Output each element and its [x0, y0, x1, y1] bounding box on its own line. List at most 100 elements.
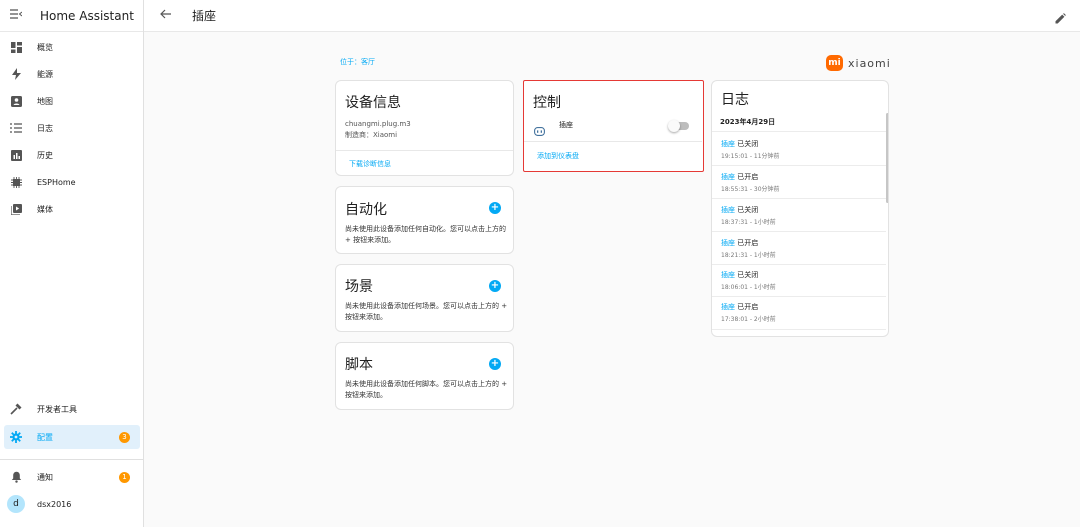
log-entry: 插座 已关闭 18:06:01 - 1小时前 [721, 270, 776, 291]
log-time: 18:37:31 - 1小时前 [721, 219, 776, 226]
add-scene-button[interactable]: + [489, 280, 501, 292]
sidebar-item-developer-tools[interactable]: 开发者工具 [4, 397, 140, 421]
area-link[interactable]: 客厅 [361, 58, 375, 66]
map-icon [5, 95, 27, 107]
toggle-knob [668, 120, 680, 132]
log-divider [712, 329, 886, 330]
sidebar-item-overview[interactable]: 概览 [4, 35, 140, 59]
log-entity-link[interactable]: 插座 [721, 239, 735, 247]
add-script-button[interactable]: + [489, 358, 501, 370]
log-divider [712, 231, 886, 232]
card-divider [336, 150, 513, 151]
page-title: 插座 [192, 9, 217, 23]
gear-icon [5, 431, 27, 443]
log-state: 已关闭 [737, 140, 759, 148]
sidebar-item-label: ESPHome [37, 177, 76, 187]
device-model: chuangmi.plug.m3 [345, 120, 411, 128]
sidebar-item-label: dsx2016 [37, 499, 72, 509]
notifications-badge: 1 [119, 471, 130, 483]
scene-card: 场景 + 尚未使用此设备添加任何场景。您可以点击上方的 + 按钮来添加。 [335, 264, 514, 332]
log-entity-link[interactable]: 插座 [721, 140, 735, 148]
add-automation-button[interactable]: + [489, 202, 501, 214]
sidebar-item-logbook[interactable]: 日志 [4, 116, 140, 140]
scene-empty-text: 尚未使用此设备添加任何场景。您可以点击上方的 + 按钮来添加。 [345, 302, 508, 321]
settings-badge: 3 [119, 431, 130, 443]
sidebar-divider [0, 459, 144, 460]
sidebar-item-user[interactable]: d dsx2016 [4, 492, 140, 516]
chart-icon [5, 149, 27, 161]
script-title: 脚本 [345, 357, 373, 373]
chip-icon [5, 176, 27, 188]
log-state: 已开启 [737, 173, 759, 181]
add-to-dashboard-link[interactable]: 添加到仪表盘 [537, 151, 579, 161]
log-entity-link[interactable]: 插座 [721, 303, 735, 311]
lightning-icon [5, 68, 27, 80]
sidebar-item-history[interactable]: 历史 [4, 143, 140, 167]
sidebar-item-label: 日志 [37, 123, 53, 133]
location-prefix: 位于： [340, 58, 361, 66]
sidebar-item-label: 地图 [37, 96, 53, 106]
brand-wordmark: xiaomi [848, 56, 891, 70]
sidebar-item-label: 通知 [37, 472, 53, 482]
socket-toggle-switch[interactable] [668, 120, 689, 132]
sidebar-item-label: 能源 [37, 69, 53, 79]
sidebar-item-media[interactable]: 媒体 [4, 197, 140, 221]
script-empty-text: 尚未使用此设备添加任何脚本。您可以点击上方的 + 按钮来添加。 [345, 380, 508, 399]
log-time: 19:15:01 - 11分钟前 [721, 153, 780, 160]
logbook-card: 日志 2023年4月29日 插座 已关闭 19:15:01 - 11分钟前 插座… [711, 80, 889, 337]
log-state: 已关闭 [737, 271, 759, 279]
logbook-title: 日志 [721, 92, 749, 108]
sidebar-item-settings[interactable]: 配置 3 [4, 425, 140, 449]
log-time: 18:06:01 - 1小时前 [721, 284, 776, 291]
sidebar-item-label: 配置 [37, 432, 53, 442]
log-entry: 插座 已开启 18:55:31 - 30分钟前 [721, 172, 780, 193]
log-state: 已开启 [737, 303, 759, 311]
back-arrow-icon[interactable] [160, 8, 172, 23]
control-title: 控制 [533, 95, 561, 111]
log-entity-link[interactable]: 插座 [721, 271, 735, 279]
log-state: 已关闭 [737, 206, 759, 214]
device-info-card: 设备信息 chuangmi.plug.m3 制造商：Xiaomi 下载诊断信息 [335, 80, 514, 176]
sidebar-item-esphome[interactable]: ESPHome [4, 170, 140, 194]
area-location: 位于：客厅 [340, 57, 375, 67]
sidebar-item-energy[interactable]: 能源 [4, 62, 140, 86]
sidebar-item-label: 开发者工具 [37, 404, 77, 414]
bell-icon [5, 471, 27, 483]
hammer-icon [5, 403, 27, 415]
pencil-icon[interactable] [1055, 9, 1066, 28]
log-entity-link[interactable]: 插座 [721, 206, 735, 214]
device-manufacturer: 制造商：Xiaomi [345, 131, 398, 139]
automation-empty-text: 尚未使用此设备添加任何自动化。您可以点击上方的 + 按钮来添加。 [345, 225, 506, 244]
script-card: 脚本 + 尚未使用此设备添加任何脚本。您可以点击上方的 + 按钮来添加。 [335, 342, 514, 410]
mi-logo-icon: mi [826, 55, 843, 71]
device-info-title: 设备信息 [345, 95, 401, 111]
scene-title: 场景 [345, 279, 373, 295]
logbook-date: 2023年4月29日 [720, 118, 776, 126]
sidebar-item-map[interactable]: 地图 [4, 89, 140, 113]
log-divider [712, 165, 886, 166]
card-divider [524, 141, 702, 142]
log-entry: 插座 已开启 18:21:31 - 1小时前 [721, 238, 776, 259]
sidebar-item-notifications[interactable]: 通知 1 [4, 465, 140, 489]
menu-collapse-icon[interactable] [10, 9, 24, 22]
log-entry: 插座 已开启 17:38:01 - 2小时前 [721, 302, 776, 323]
power-socket-icon [534, 121, 545, 140]
sidebar: Home Assistant 概览 能源 地图 日志 历史 ESPHome 媒体… [0, 0, 144, 527]
log-time: 17:38:01 - 2小时前 [721, 316, 776, 323]
download-diagnostics-link[interactable]: 下载诊断信息 [349, 159, 391, 169]
log-time: 18:21:31 - 1小时前 [721, 252, 776, 259]
sidebar-header: Home Assistant [0, 0, 143, 32]
log-divider [712, 198, 886, 199]
automation-title: 自动化 [345, 202, 387, 218]
control-card: 控制 插座 添加到仪表盘 [523, 80, 704, 172]
avatar-wrap: d [5, 495, 27, 513]
log-divider [712, 296, 886, 297]
app-title: Home Assistant [40, 8, 134, 23]
logbook-scrollbar[interactable] [886, 113, 888, 203]
entity-name[interactable]: 插座 [559, 120, 573, 131]
dashboard-icon [5, 41, 27, 53]
log-entity-link[interactable]: 插座 [721, 173, 735, 181]
automation-card: 自动化 + 尚未使用此设备添加任何自动化。您可以点击上方的 + 按钮来添加。 [335, 186, 514, 254]
log-time: 18:55:31 - 30分钟前 [721, 186, 780, 193]
list-icon [5, 123, 27, 133]
